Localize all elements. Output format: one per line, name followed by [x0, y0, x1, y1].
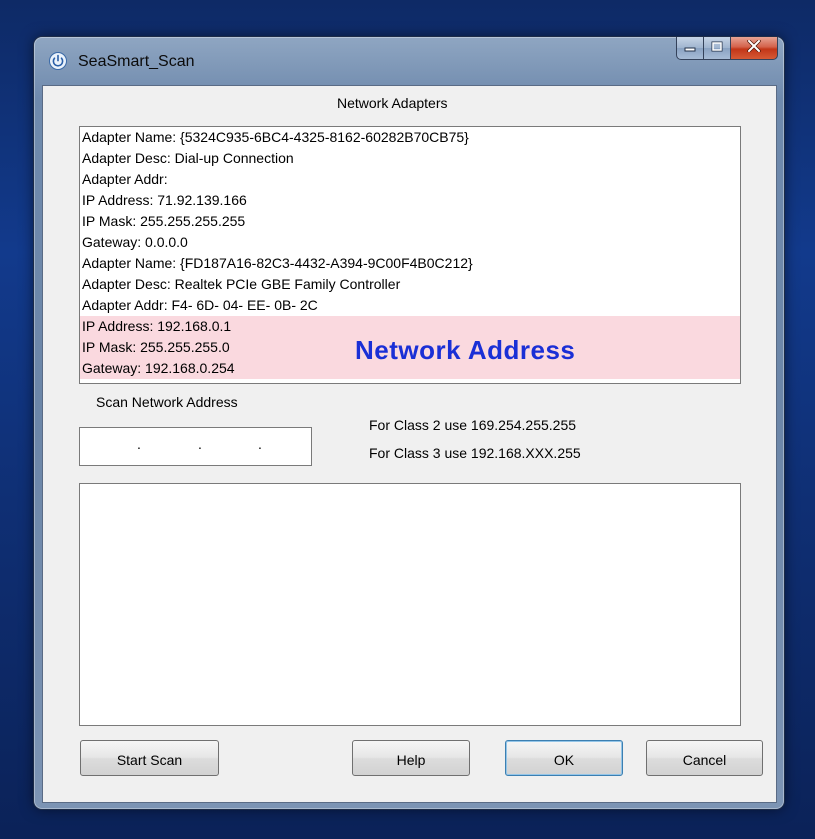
network-address-annotation: Network Address [355, 335, 576, 365]
list-item[interactable]: Adapter Addr: [80, 169, 740, 190]
caption-buttons [676, 37, 778, 60]
adapters-listbox[interactable]: Adapter Name: {5324C935-6BC4-4325-8162-6… [79, 126, 741, 384]
minimize-button[interactable] [676, 37, 704, 60]
power-icon [49, 52, 67, 70]
scan-network-address-label: Scan Network Address [96, 394, 238, 410]
scan-results-box[interactable] [79, 483, 741, 726]
start-scan-button[interactable]: Start Scan [80, 740, 219, 776]
minimize-icon [684, 39, 696, 57]
ok-button[interactable]: OK [505, 740, 623, 776]
list-item[interactable]: Adapter Desc: Realtek PCIe GBE Family Co… [80, 274, 740, 295]
list-item[interactable]: Adapter Addr: F4- 6D- 04- EE- 0B- 2C [80, 295, 740, 316]
app-window: SeaSmart_Scan Network Adapters Adapter N… [34, 37, 784, 809]
cancel-button[interactable]: Cancel [646, 740, 763, 776]
window-title: SeaSmart_Scan [78, 53, 195, 70]
dialog-client-area: Network Adapters Adapter Name: {5324C935… [42, 85, 777, 803]
class3-hint: For Class 3 use 192.168.XXX.255 [369, 445, 581, 461]
close-button[interactable] [731, 37, 778, 60]
list-item[interactable]: Adapter Name: {5324C935-6BC4-4325-8162-6… [80, 127, 740, 148]
class2-hint: For Class 2 use 169.254.255.255 [369, 417, 577, 433]
ip-dot: . [258, 436, 262, 452]
list-item[interactable]: Adapter Name: {FD187A16-82C3-4432-A394-9… [80, 253, 740, 274]
list-item[interactable]: IP Mask: 255.255.255.255 [80, 211, 740, 232]
title-bar[interactable]: SeaSmart_Scan [34, 37, 784, 85]
list-item[interactable]: IP Address: 71.92.139.166 [80, 190, 740, 211]
list-item[interactable]: Gateway: 0.0.0.0 [80, 232, 740, 253]
maximize-button[interactable] [704, 37, 731, 60]
close-icon [747, 39, 761, 57]
maximize-icon [711, 39, 723, 57]
ip-address-input[interactable]: . . . [79, 427, 312, 466]
list-item-highlighted[interactable]: IP Address: 192.168.0.1 [80, 316, 740, 337]
ip-dot: . [137, 436, 141, 452]
ip-dot: . [198, 436, 202, 452]
list-item[interactable]: Adapter Desc: Dial-up Connection [80, 148, 740, 169]
help-button[interactable]: Help [352, 740, 470, 776]
network-adapters-heading: Network Adapters [337, 95, 448, 111]
